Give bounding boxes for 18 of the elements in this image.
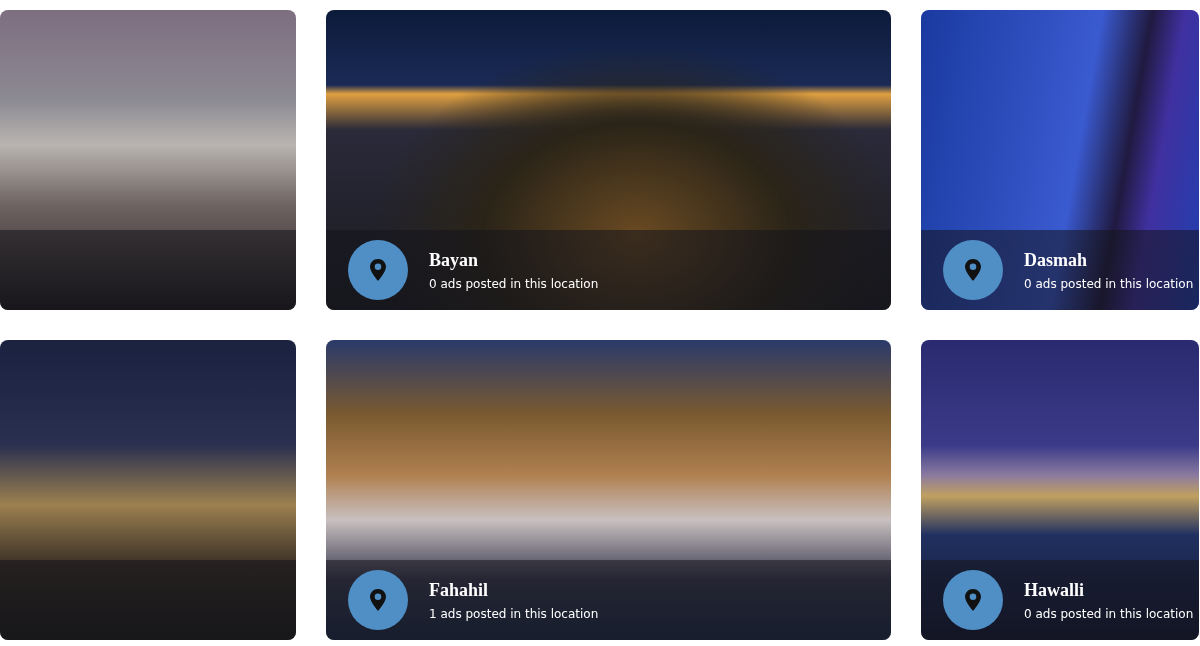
ads-count: 0 ads posted in this location xyxy=(1024,276,1194,291)
location-pin-icon xyxy=(965,259,981,281)
location-name[interactable]: Hawalli xyxy=(1024,579,1194,601)
location-card[interactable]: Bayan 0 ads posted in this location xyxy=(326,10,891,310)
location-name[interactable]: Dasmah xyxy=(1024,249,1194,271)
ads-count: 0 ads posted in this location xyxy=(1024,606,1194,621)
location-pin-icon xyxy=(965,589,981,611)
ads-count: 0 ads posted in this location xyxy=(429,276,599,291)
location-card[interactable]: Hawalli 0 ads posted in this location xyxy=(921,340,1199,640)
location-pin-icon xyxy=(370,589,386,611)
location-card[interactable] xyxy=(0,10,296,310)
location-card[interactable] xyxy=(0,340,296,640)
location-pin-icon xyxy=(370,259,386,281)
location-card[interactable]: Fahahil 1 ads posted in this location xyxy=(326,340,891,640)
location-name[interactable]: Fahahil xyxy=(429,579,599,601)
location-name[interactable]: Bayan xyxy=(429,249,599,271)
location-card[interactable]: Dasmah 0 ads posted in this location xyxy=(921,10,1199,310)
ads-count: 1 ads posted in this location xyxy=(429,606,599,621)
